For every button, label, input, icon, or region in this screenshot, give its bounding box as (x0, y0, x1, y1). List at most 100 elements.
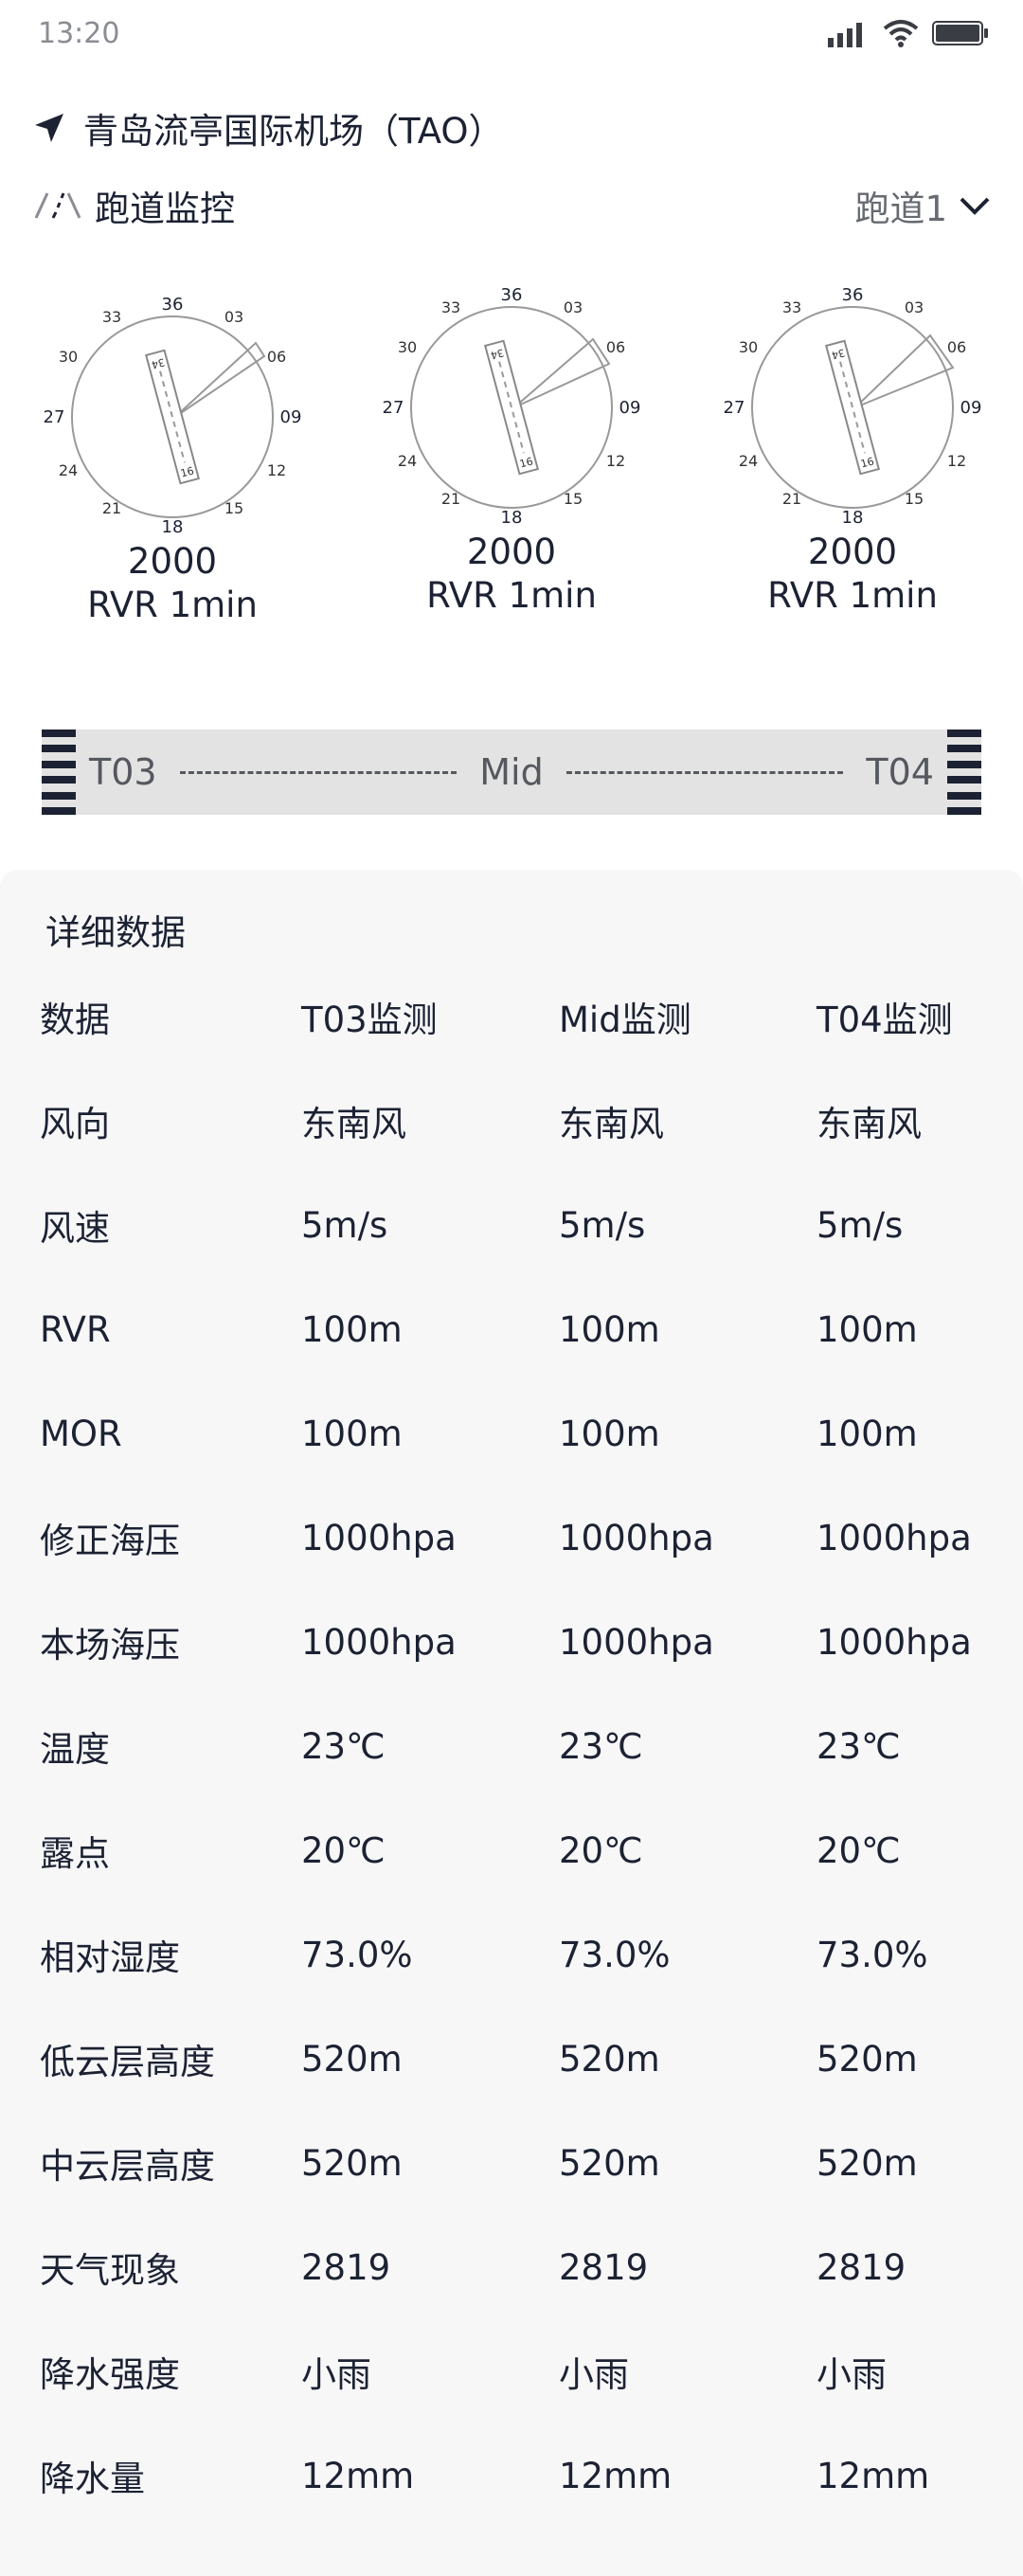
table-header-cell: 数据 (40, 1000, 110, 1040)
airport-header: 青岛流亭国际机场（TAO） (34, 102, 504, 153)
table-cell: 23℃ (559, 1725, 643, 1767)
table-cell: 100m (817, 1413, 918, 1454)
tick-09: 09 (619, 398, 641, 418)
table-cell: 小雨 (301, 2354, 371, 2395)
tick-18: 18 (162, 517, 184, 537)
table-row: 温度 23℃ 23℃ 23℃ (40, 1694, 987, 1798)
table-row-label: 修正海压 (40, 1521, 180, 1561)
runway-select-dropdown[interactable]: 跑道1 (854, 180, 991, 231)
table-row-label: 相对湿度 (40, 1937, 180, 1978)
tick-33: 33 (102, 308, 121, 326)
table-cell: 23℃ (817, 1725, 901, 1767)
wind-dial-t03: 36 03 06 09 12 15 18 21 24 27 30 33 34 1… (30, 275, 314, 627)
wind-dials: 36 03 06 09 12 15 18 21 24 27 30 33 34 1… (0, 275, 1023, 692)
table-cell: 20℃ (559, 1829, 643, 1871)
status-bar: 13:20 (0, 0, 1023, 72)
table-cell: 12mm (301, 2455, 415, 2496)
table-cell: 100m (559, 1413, 660, 1454)
detail-title: 详细数据 (45, 912, 186, 953)
table-cell: 520m (559, 2142, 660, 2184)
table-row-label: 天气现象 (40, 2250, 180, 2291)
wind-dial-graphic: 36 03 06 09 12 15 18 21 24 27 30 33 34 1… (44, 295, 302, 537)
table-row-label: MOR (40, 1413, 122, 1454)
signal-icon (828, 23, 862, 47)
tick-24: 24 (739, 452, 758, 470)
table-cell: 东南风 (301, 1104, 406, 1144)
table-cell: 2819 (559, 2246, 649, 2288)
table-row-label: 低云层高度 (40, 2042, 215, 2082)
table-row-label: 温度 (40, 1729, 110, 1770)
tick-30: 30 (398, 338, 417, 356)
table-cell: 1000hpa (559, 1621, 714, 1663)
wifi-icon (883, 20, 919, 47)
tick-27: 27 (383, 398, 404, 418)
table-cell: 520m (301, 2038, 403, 2080)
wind-dial-t04: 36 03 06 09 12 15 18 21 24 27 30 33 34 1… (710, 265, 995, 618)
table-cell: 520m (817, 2038, 918, 2080)
tick-30: 30 (59, 348, 78, 366)
runway-bar: T03 Mid T04 (42, 730, 981, 815)
tick-27: 27 (44, 407, 65, 427)
table-cell: 520m (559, 2038, 660, 2080)
tick-15: 15 (905, 490, 924, 508)
tick-06: 06 (606, 338, 625, 356)
runway-strip: 34 16 (483, 339, 540, 476)
tick-15: 15 (224, 499, 243, 517)
table-cell: 东南风 (817, 1104, 922, 1144)
dial-label: RVR 1min (767, 575, 938, 616)
table-header-row: 数据 T03监测 Mid监测 T04监测 (40, 964, 987, 1069)
table-row: 天气现象 2819 2819 2819 (40, 2215, 987, 2319)
table-cell: 5m/s (559, 1204, 646, 1246)
table-cell: 520m (817, 2142, 918, 2184)
table-row-label: 本场海压 (40, 1625, 180, 1666)
table-row: 风向 东南风 东南风 东南风 (40, 1069, 987, 1173)
runway-monitor-title: 跑道监控 (34, 180, 235, 231)
tick-30: 30 (739, 338, 758, 356)
table-row-label: 降水量 (40, 2459, 145, 2499)
table-cell: 1000hpa (559, 1517, 714, 1558)
table-cell: 1000hpa (817, 1517, 972, 1558)
tick-09: 09 (960, 398, 982, 418)
table-row: 修正海压 1000hpa 1000hpa 1000hpa (40, 1486, 987, 1590)
tick-09: 09 (280, 407, 302, 427)
table-row: 降水量 12mm 12mm 12mm (40, 2423, 987, 2528)
airport-name: 青岛流亭国际机场（TAO） (83, 111, 504, 152)
table-cell: 小雨 (559, 2354, 629, 2395)
tick-27: 27 (724, 398, 745, 418)
tick-06: 06 (947, 338, 966, 356)
threshold-stripes-left (42, 730, 76, 815)
table-cell: 100m (301, 1413, 403, 1454)
tick-21: 21 (441, 490, 460, 508)
table-cell: 5m/s (817, 1204, 904, 1246)
detail-panel: 详细数据 数据 T03监测 Mid监测 T04监测 风向 东南风 东南风 东南风 风速 5… (0, 870, 1023, 2576)
runway-bar-dash (565, 770, 844, 774)
table-cell: 73.0% (301, 1934, 413, 1975)
wind-sector (854, 333, 955, 408)
table-row: 降水强度 小雨 小雨 小雨 (40, 2319, 987, 2423)
dial-label: RVR 1min (426, 575, 597, 616)
runway-strip: 34 16 (144, 349, 201, 485)
table-cell: 12mm (817, 2455, 930, 2496)
table-header-cell: T04监测 (817, 1000, 953, 1040)
runway-bar-labels: T03 Mid T04 (89, 730, 934, 815)
tick-36: 36 (501, 285, 523, 305)
table-cell: 2819 (301, 2246, 391, 2288)
wind-dial-graphic: 36 03 06 09 12 15 18 21 24 27 30 33 34 1… (724, 285, 982, 528)
table-header-cell: T03监测 (301, 1000, 438, 1040)
table-cell: 73.0% (559, 1934, 671, 1975)
table-cell: 23℃ (301, 1725, 386, 1767)
tick-24: 24 (398, 452, 417, 470)
detail-table: 数据 T03监测 Mid监测 T04监测 风向 东南风 东南风 东南风 风速 5m/s 5m… (40, 964, 987, 2528)
table-row: 中云层高度 520m 520m 520m (40, 2111, 987, 2215)
table-row-label: 中云层高度 (40, 2146, 215, 2187)
chevron-down-icon (960, 197, 990, 215)
table-row-label: 降水强度 (40, 2354, 180, 2395)
table-row-label: 露点 (40, 1833, 110, 1874)
table-row-label: 风向 (40, 1104, 110, 1144)
table-cell: 20℃ (817, 1829, 901, 1871)
battery-icon (932, 21, 988, 45)
runway-strip: 34 16 (824, 339, 881, 476)
wind-sector (513, 337, 611, 408)
runway-monitor-header: 跑道监控 跑道1 (34, 180, 991, 233)
tick-12: 12 (606, 452, 625, 470)
